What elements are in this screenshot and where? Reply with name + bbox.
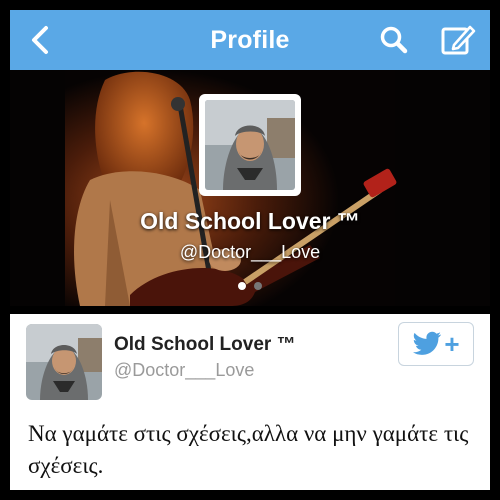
- back-button[interactable]: [22, 22, 58, 58]
- screenshot-frame: Profile Old School Lover ™ @Doctor___Lov…: [0, 0, 500, 500]
- tweet-card[interactable]: Old School Lover ™ @Doctor___Love + Να γ…: [10, 314, 490, 490]
- avatar-image: [26, 324, 102, 400]
- profile-header[interactable]: Old School Lover ™ @Doctor___Love: [10, 70, 490, 306]
- follow-button[interactable]: +: [398, 322, 474, 366]
- twitter-bird-icon: [413, 331, 442, 355]
- profile-avatar[interactable]: [199, 94, 301, 196]
- user-avatar[interactable]: [26, 324, 102, 400]
- compose-button[interactable]: [438, 22, 478, 58]
- follow-plus-label: +: [444, 329, 460, 359]
- nav-bar: Profile: [10, 10, 490, 70]
- chevron-left-icon: [32, 26, 48, 54]
- user-name[interactable]: Old School Lover ™: [114, 334, 296, 356]
- search-button[interactable]: [376, 22, 412, 58]
- page-dot-active[interactable]: [238, 282, 246, 290]
- search-icon: [380, 26, 408, 54]
- header-handle: @Doctor___Love: [179, 242, 321, 262]
- tweet-text: Να γαμάτε στις σχέσεις,αλλα να μην γαμάτ…: [28, 421, 469, 478]
- avatar-image: [205, 100, 295, 190]
- user-handle[interactable]: @Doctor___Love: [114, 360, 254, 381]
- page-title: Profile: [210, 25, 290, 54]
- header-name: Old School Lover ™: [140, 208, 360, 234]
- page-indicator[interactable]: [10, 282, 490, 290]
- page-dot[interactable]: [254, 282, 262, 290]
- compose-icon: [441, 25, 476, 55]
